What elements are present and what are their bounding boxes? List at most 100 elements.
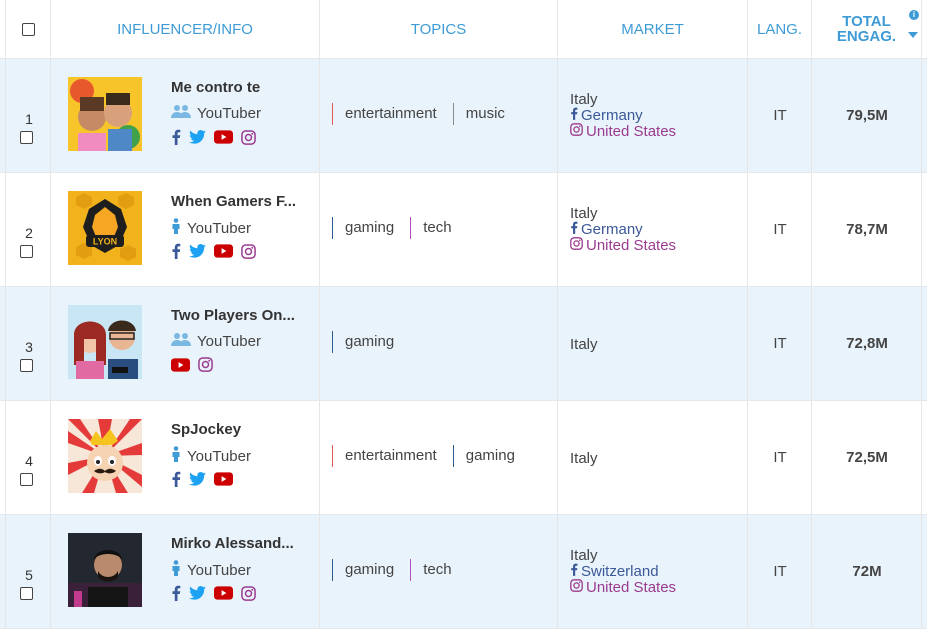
- facebook-icon[interactable]: [171, 129, 181, 150]
- social-links: [171, 129, 256, 150]
- topic-tag[interactable]: gaming: [332, 559, 406, 581]
- total-engagement: 72,8M: [846, 335, 888, 352]
- twitter-icon[interactable]: [189, 472, 206, 491]
- topics-cell: entertainment gaming: [320, 401, 558, 515]
- influencer-type: YouTuber: [171, 560, 251, 580]
- instagram-icon[interactable]: [241, 585, 256, 606]
- facebook-icon[interactable]: [171, 471, 181, 492]
- row-checkbox[interactable]: [20, 473, 33, 486]
- youtube-icon[interactable]: [171, 357, 190, 377]
- header-total-engagement[interactable]: TOTAL ENGAG. i: [812, 0, 922, 58]
- engagement-cell: 72,5M: [812, 401, 922, 515]
- table-row[interactable]: 5 Mirko Alessand... YouTuber gaming tech …: [0, 515, 927, 629]
- topic-tag[interactable]: tech: [410, 217, 463, 239]
- group-icon: [171, 332, 191, 351]
- row-checkbox[interactable]: [20, 131, 33, 144]
- language: IT: [773, 221, 787, 238]
- facebook-icon[interactable]: [171, 585, 181, 606]
- influencer-name[interactable]: Mirko Alessand...: [171, 535, 294, 552]
- rank-number: 1: [25, 111, 33, 127]
- topic-tag[interactable]: entertainment: [332, 445, 449, 467]
- header-topics[interactable]: TOPICS: [320, 0, 558, 58]
- avatar[interactable]: [68, 533, 142, 607]
- topic-tag[interactable]: gaming: [332, 331, 406, 353]
- twitter-icon[interactable]: [189, 130, 206, 149]
- total-engagement: 79,5M: [846, 107, 888, 124]
- influencer-name[interactable]: Me contro te: [171, 79, 260, 96]
- select-all-checkbox[interactable]: [21, 22, 35, 36]
- influencer-cell: Me contro te YouTuber: [51, 59, 320, 173]
- market-facebook-country: Switzerland: [581, 562, 659, 580]
- header-influencer[interactable]: INFLUENCER/INFO: [51, 0, 320, 58]
- language: IT: [773, 107, 787, 124]
- row-checkbox[interactable]: [20, 587, 33, 600]
- instagram-icon: [570, 237, 583, 253]
- youtube-icon[interactable]: [214, 472, 233, 491]
- youtube-icon[interactable]: [214, 586, 233, 605]
- topic-tag[interactable]: music: [452, 103, 517, 125]
- facebook-icon: [570, 107, 578, 123]
- avatar[interactable]: [68, 77, 142, 151]
- select-cell: 5: [5, 515, 51, 629]
- influencer-type-label: YouTuber: [187, 219, 251, 237]
- influencer-type-label: YouTuber: [197, 333, 261, 350]
- language: IT: [773, 449, 787, 466]
- topic-tag[interactable]: gaming: [452, 445, 527, 467]
- social-links: [171, 585, 256, 606]
- row-checkbox[interactable]: [20, 359, 33, 372]
- topic-tag[interactable]: entertainment: [332, 103, 449, 125]
- facebook-icon: [570, 221, 578, 237]
- row-checkbox[interactable]: [20, 245, 33, 258]
- rank-number: 2: [25, 225, 33, 241]
- facebook-icon[interactable]: [171, 243, 181, 264]
- svg-text:LYON: LYON: [93, 237, 117, 247]
- engagement-cell: 79,5M: [812, 59, 922, 173]
- avatar[interactable]: [68, 419, 142, 493]
- person-icon: [171, 218, 181, 238]
- topics-list: gaming tech: [332, 559, 468, 581]
- youtube-icon[interactable]: [214, 244, 233, 263]
- influencer-name[interactable]: When Gamers F...: [171, 193, 296, 210]
- table-row[interactable]: 4 SpJockey YouTuber entertainment gaming …: [0, 401, 927, 515]
- lang-cell: IT: [748, 173, 812, 287]
- market-cell: Italy Switzerland United States: [558, 515, 748, 629]
- instagram-icon[interactable]: [198, 357, 213, 377]
- table-row[interactable]: 2 LYON When Gamers F... YouTuber gaming t…: [0, 173, 927, 287]
- market-instagram: United States: [570, 237, 676, 253]
- instagram-icon[interactable]: [241, 243, 256, 264]
- market-base: Italy: [570, 547, 598, 564]
- avatar[interactable]: [68, 305, 142, 379]
- youtube-icon[interactable]: [214, 130, 233, 149]
- social-links: [171, 243, 256, 264]
- table-row[interactable]: 3 Two Players On... YouTuber gaming Ital…: [0, 287, 927, 401]
- instagram-icon[interactable]: [241, 129, 256, 150]
- topics-list: gaming: [332, 331, 410, 353]
- sort-desc-icon[interactable]: [908, 32, 918, 38]
- table-row[interactable]: 1 Me contro te YouTuber entertainment mus…: [0, 59, 927, 173]
- facebook-icon: [570, 563, 578, 579]
- instagram-icon: [570, 579, 583, 595]
- info-icon[interactable]: i: [909, 10, 919, 20]
- rank-number: 5: [25, 567, 33, 583]
- header-total-line1: TOTAL: [842, 13, 891, 30]
- influencer-cell: SpJockey YouTuber: [51, 401, 320, 515]
- header-market[interactable]: MARKET: [558, 0, 748, 58]
- language: IT: [773, 563, 787, 580]
- topic-tag[interactable]: tech: [410, 559, 463, 581]
- influencer-type: YouTuber: [171, 218, 251, 238]
- influencer-name[interactable]: SpJockey: [171, 421, 241, 438]
- instagram-icon: [570, 123, 583, 139]
- avatar[interactable]: LYON: [68, 191, 142, 265]
- twitter-icon[interactable]: [189, 244, 206, 263]
- select-cell: 2: [5, 173, 51, 287]
- person-icon: [171, 446, 181, 466]
- topics-list: entertainment music: [332, 103, 521, 125]
- topics-list: entertainment gaming: [332, 445, 531, 467]
- market-instagram-country: United States: [586, 578, 677, 596]
- header-lang[interactable]: LANG.: [748, 0, 812, 58]
- twitter-icon[interactable]: [189, 586, 206, 605]
- topic-tag[interactable]: gaming: [332, 217, 406, 239]
- market-instagram: United States: [570, 579, 676, 595]
- influencer-name[interactable]: Two Players On...: [171, 307, 295, 324]
- topics-cell: entertainment music: [320, 59, 558, 173]
